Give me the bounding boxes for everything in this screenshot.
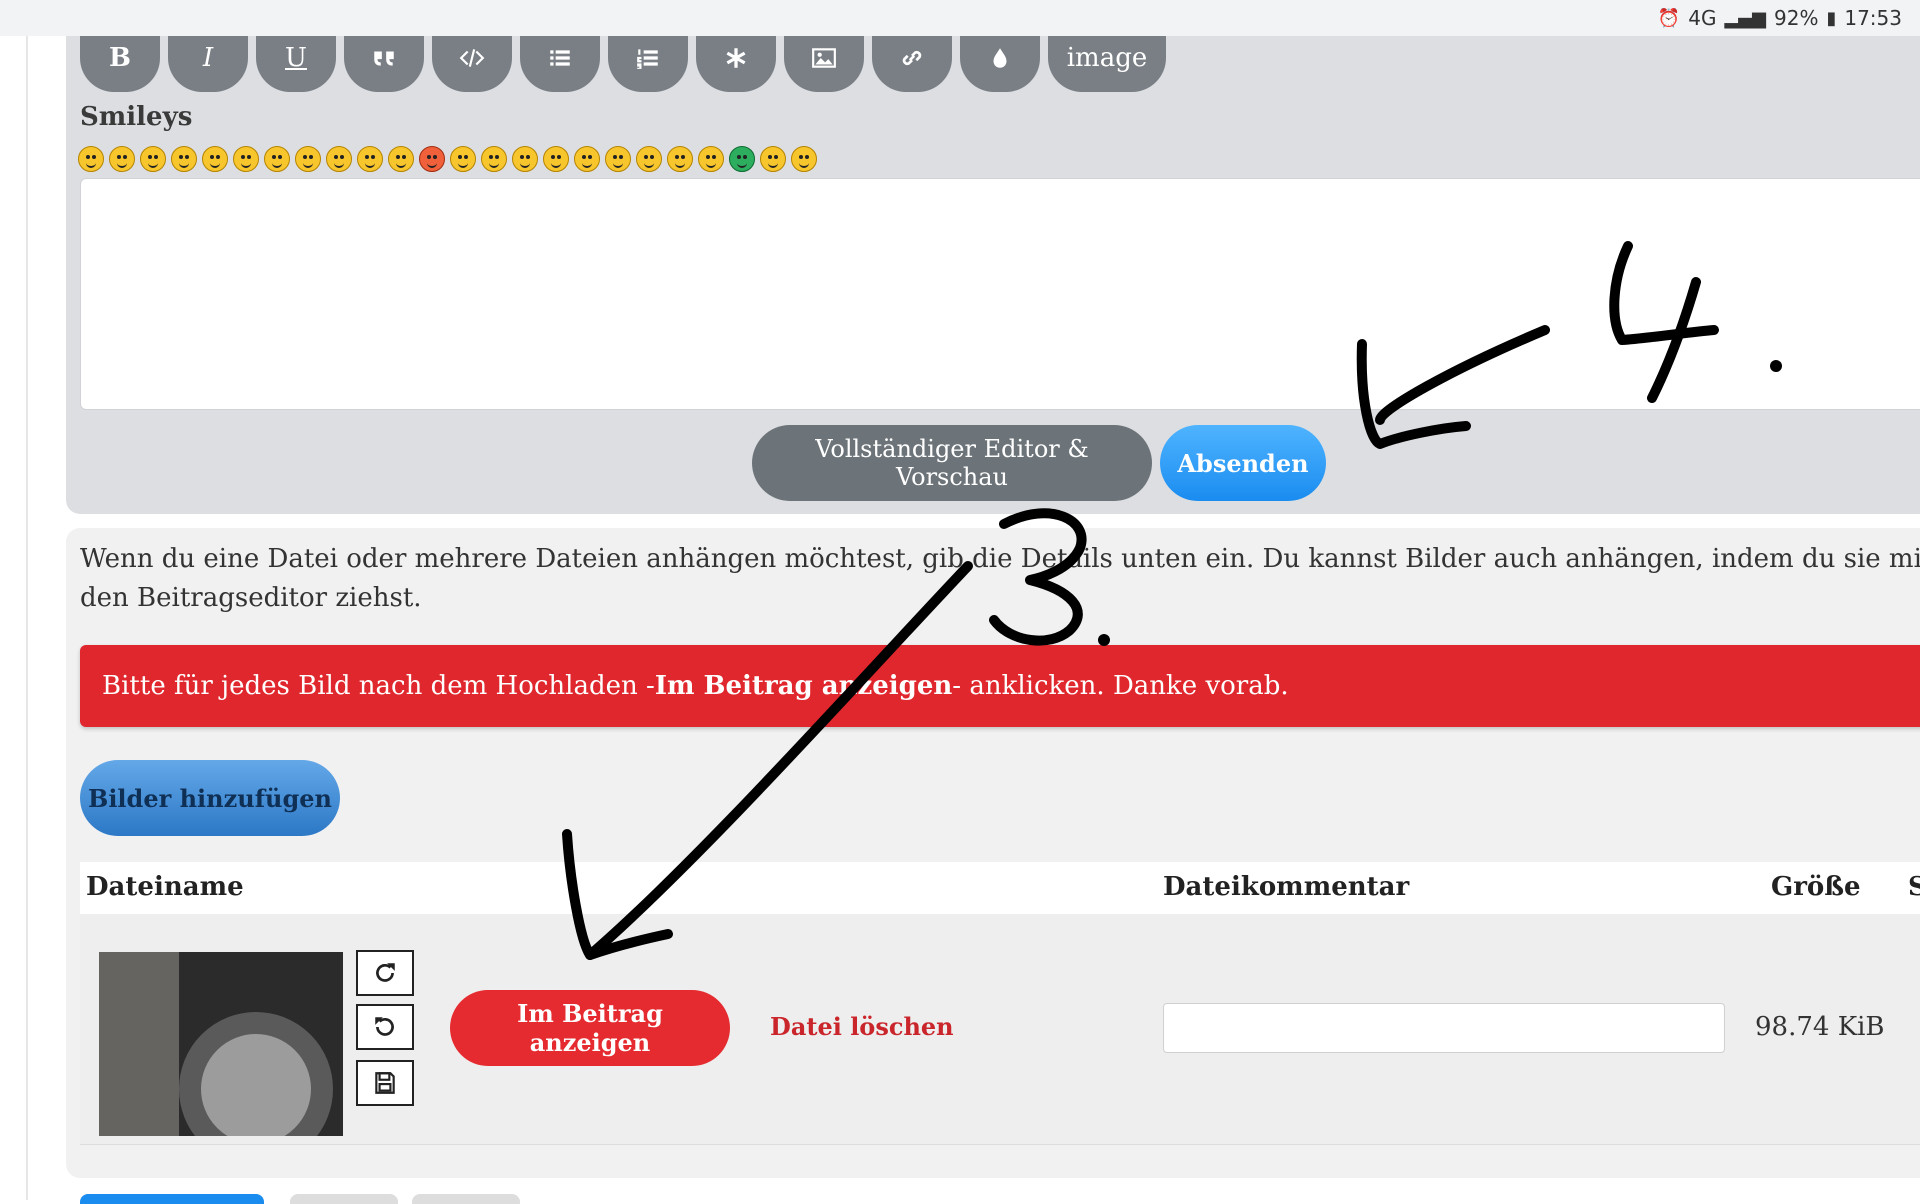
smiley-icon[interactable] — [419, 146, 445, 172]
smiley-icon[interactable] — [326, 146, 352, 172]
smiley-icon[interactable] — [357, 146, 383, 172]
full-editor-preview-button[interactable]: Vollständiger Editor & Vorschau — [752, 425, 1152, 501]
save-image-button[interactable] — [356, 1060, 414, 1106]
battery-percent: 92% — [1774, 6, 1819, 30]
smiley-icon[interactable] — [791, 146, 817, 172]
smiley-icon[interactable] — [512, 146, 538, 172]
smiley-icon[interactable] — [388, 146, 414, 172]
clock: 17:53 — [1844, 6, 1902, 30]
smiley-icon[interactable] — [698, 146, 724, 172]
link-icon — [902, 50, 922, 66]
status-bar: ⏰ 4G ▂▄▆ 92% ▮ 17:53 — [0, 0, 1920, 36]
smiley-icon[interactable] — [295, 146, 321, 172]
column-status: S — [1908, 872, 1920, 902]
network-indicator: 4G — [1688, 6, 1717, 30]
smiley-icon[interactable] — [605, 146, 631, 172]
rotate-left-button[interactable] — [356, 1004, 414, 1050]
column-size: Größe — [1771, 872, 1861, 902]
smiley-icon[interactable] — [543, 146, 569, 172]
code-icon — [459, 49, 485, 67]
smiley-icon[interactable] — [78, 146, 104, 172]
smiley-icon[interactable] — [140, 146, 166, 172]
smiley-icon[interactable] — [233, 146, 259, 172]
send-button[interactable]: Absenden — [1160, 425, 1326, 501]
rotate-left-icon — [375, 1017, 394, 1036]
delete-file-link[interactable]: Datei löschen — [770, 1012, 954, 1041]
message-textarea[interactable] — [80, 178, 1920, 410]
quote-icon — [374, 51, 394, 66]
smiley-icon[interactable] — [171, 146, 197, 172]
bottom-button-stub[interactable] — [412, 1194, 520, 1204]
signal-icon: ▂▄▆ — [1724, 7, 1766, 29]
smiley-icon[interactable] — [450, 146, 476, 172]
attachments-table-header: Dateiname Dateikommentar Größe S — [80, 862, 1920, 914]
show-in-post-button[interactable]: Im Beitrag anzeigen — [450, 990, 730, 1066]
smiley-icon[interactable] — [202, 146, 228, 172]
alarm-icon: ⏰ — [1657, 7, 1681, 29]
smiley-icon[interactable] — [729, 146, 755, 172]
floppy-disk-icon — [375, 1072, 395, 1094]
page-left-border — [26, 36, 28, 1200]
file-thumbnail[interactable] — [99, 952, 343, 1136]
column-filename: Dateiname — [86, 872, 244, 902]
rotate-right-button[interactable] — [356, 950, 414, 996]
smiley-icon[interactable] — [667, 146, 693, 172]
smiley-icon[interactable] — [636, 146, 662, 172]
image-icon — [812, 48, 836, 68]
rotate-right-icon — [376, 963, 395, 982]
drop-icon — [993, 48, 1007, 68]
smiley-list — [78, 146, 817, 172]
smiley-icon[interactable] — [109, 146, 135, 172]
ordered-list-icon — [637, 49, 658, 69]
file-comment-input[interactable] — [1163, 1003, 1725, 1053]
list-icon — [550, 50, 570, 66]
bottom-button-stub[interactable] — [80, 1194, 264, 1204]
upload-alert: Bitte für jedes Bild nach dem Hochladen … — [80, 645, 1920, 727]
smiley-icon[interactable] — [481, 146, 507, 172]
battery-icon: ▮ — [1826, 7, 1837, 29]
bottom-button-stub[interactable] — [290, 1194, 398, 1204]
smiley-icon[interactable] — [574, 146, 600, 172]
smiley-icon[interactable] — [760, 146, 786, 172]
asterisk-icon — [726, 48, 746, 68]
attachments-intro: Wenn du eine Datei oder mehrere Dateien … — [80, 544, 1920, 613]
add-images-button[interactable]: Bilder hinzufügen — [80, 760, 340, 836]
smiley-icon[interactable] — [264, 146, 290, 172]
smileys-title: Smileys — [80, 102, 193, 132]
file-size: 98.74 KiB — [1755, 1012, 1885, 1042]
column-comment: Dateikommentar — [1163, 872, 1410, 902]
